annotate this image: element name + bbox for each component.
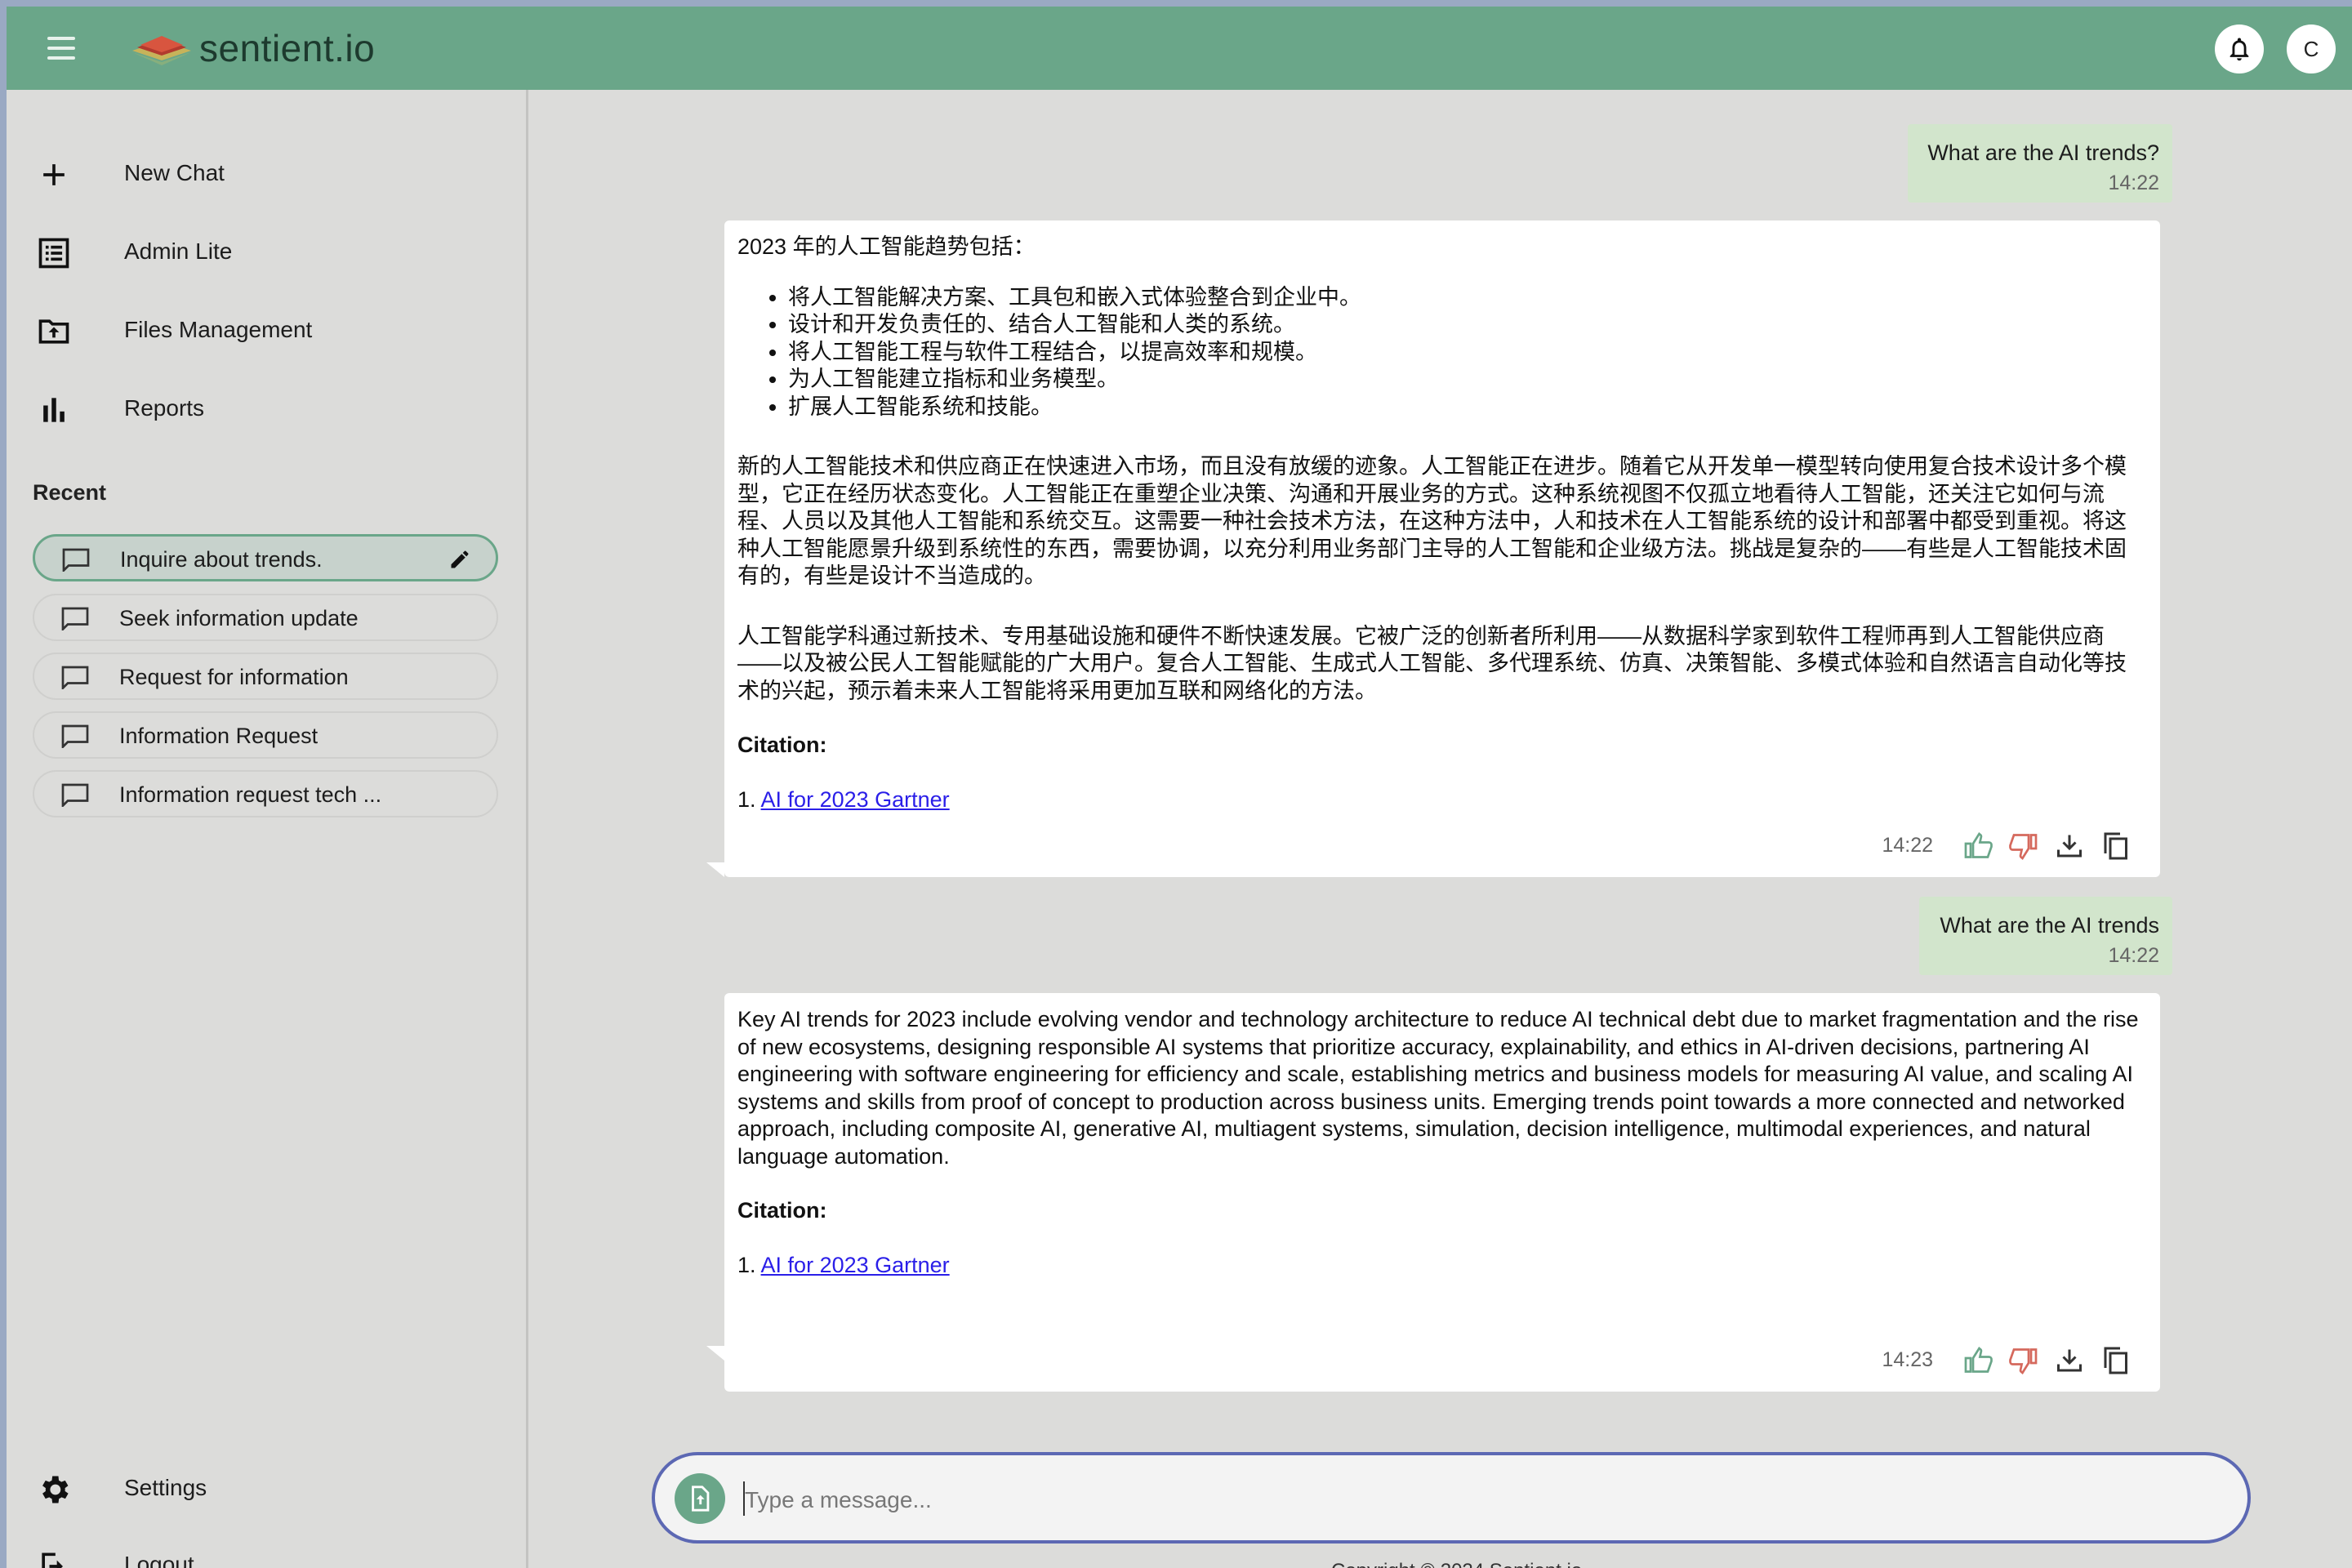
- app-window: sentient.io C New Chat Admin Lite Files …: [7, 7, 2352, 1568]
- thumbs-down-icon[interactable]: [2007, 829, 2041, 863]
- sidebar-item-admin-lite[interactable]: Admin Lite: [7, 219, 526, 284]
- list-item: 将人工智能解决方案、工具包和嵌入式体验整合到企业中。: [788, 284, 2145, 312]
- text-caret: [743, 1481, 745, 1516]
- sidebar-item-logout[interactable]: Logout: [7, 1532, 526, 1568]
- thumbs-up-icon[interactable]: [1961, 1343, 1995, 1378]
- user-message-text: What are the AI trends?: [1927, 140, 2159, 165]
- logo-icon: [132, 36, 191, 65]
- sidebar-item-files-management[interactable]: Files Management: [7, 297, 526, 363]
- citation-number: 1.: [737, 1252, 756, 1277]
- assistant-message: Key AI trends for 2023 include evolving …: [724, 993, 2160, 1392]
- bar-chart-icon: [43, 398, 65, 422]
- citation-number: 1.: [737, 786, 756, 812]
- download-icon[interactable]: [2052, 1343, 2087, 1378]
- message-paragraph: Key AI trends for 2023 include evolving …: [737, 1007, 2139, 1169]
- copy-icon[interactable]: [2098, 829, 2132, 863]
- copyright-text: Copyright © 2024 Sentient.io: [1331, 1560, 1582, 1568]
- list-item: 扩展人工智能系统和技能。: [788, 394, 2145, 421]
- citation-label: Citation:: [737, 733, 827, 757]
- edit-pencil-icon[interactable]: [448, 548, 471, 571]
- list-icon: [38, 238, 69, 269]
- citation-item: 1. AI for 2023 Gartner: [737, 1252, 2145, 1280]
- sidebar-item-label: Files Management: [124, 317, 313, 342]
- recent-chat-item[interactable]: Information Request: [33, 711, 498, 759]
- sidebar-item-label: Admin Lite: [124, 238, 233, 264]
- message-paragraph: 人工智能学科通过新技术、专用基础设施和硬件不断快速发展。它被广泛的创新者所利用—…: [737, 623, 2127, 703]
- list-item: 将人工智能工程与软件工程结合，以提高效率和规模。: [788, 339, 2145, 367]
- recent-chat-label: Seek information update: [119, 606, 359, 630]
- citation-link[interactable]: AI for 2023 Gartner: [761, 787, 950, 812]
- download-icon[interactable]: [2052, 829, 2087, 863]
- sidebar-item-reports[interactable]: Reports: [7, 376, 526, 441]
- sidebar-item-new-chat[interactable]: New Chat: [7, 140, 526, 206]
- message-actions: 14:22: [1882, 828, 2132, 864]
- notification-bell-icon[interactable]: [2215, 24, 2264, 74]
- plus-icon: [43, 164, 65, 185]
- chat-bubble-icon: [61, 783, 89, 807]
- recent-chat-item[interactable]: Inquire about trends.: [33, 534, 498, 581]
- message-input[interactable]: [743, 1477, 2216, 1524]
- citation-link[interactable]: AI for 2023 Gartner: [761, 1253, 950, 1277]
- thumbs-down-icon[interactable]: [2007, 1343, 2041, 1378]
- brand-name: sentient.io: [199, 27, 376, 69]
- sidebar: New Chat Admin Lite Files Management Rep…: [7, 90, 528, 1568]
- list-item: 为人工智能建立指标和业务模型。: [788, 366, 2145, 394]
- recent-chat-label: Inquire about trends.: [120, 547, 323, 572]
- sidebar-item-label: Settings: [124, 1475, 207, 1500]
- menu-icon[interactable]: [46, 33, 77, 63]
- trend-list: 将人工智能解决方案、工具包和嵌入式体验整合到企业中。 设计和开发负责任的、结合人…: [737, 284, 2145, 421]
- message-time: 14:23: [1882, 1348, 1933, 1372]
- copy-icon[interactable]: [2098, 1343, 2132, 1378]
- message-composer: [652, 1452, 2251, 1544]
- message-paragraph: 新的人工智能技术和供应商正在快速进入市场，而且没有放缓的迹象。人工智能正在进步。…: [737, 454, 2127, 588]
- gear-icon: [42, 1476, 69, 1503]
- list-item: 设计和开发负责任的、结合人工智能和人类的系统。: [788, 311, 2145, 339]
- recent-chat-label: Information Request: [119, 724, 318, 748]
- citation-label: Citation:: [737, 1198, 827, 1223]
- chat-bubble-icon: [61, 607, 89, 630]
- sidebar-item-label: Logout: [124, 1552, 194, 1568]
- assistant-message: 2023 年的人工智能趋势包括： 将人工智能解决方案、工具包和嵌入式体验整合到企…: [724, 220, 2160, 877]
- citation-item: 1. AI for 2023 Gartner: [737, 786, 2145, 814]
- user-message: What are the AI trends? 14:22: [1908, 124, 2172, 203]
- chat-area: What are the AI trends? 14:22 2023 年的人工智…: [528, 90, 2352, 1568]
- chat-bubble-icon: [62, 548, 90, 572]
- top-bar: sentient.io C: [7, 7, 2352, 90]
- message-time: 14:22: [2108, 944, 2159, 967]
- sidebar-item-settings[interactable]: Settings: [7, 1455, 526, 1521]
- logout-icon: [42, 1552, 63, 1568]
- recent-chat-item[interactable]: Request for information: [33, 653, 498, 700]
- recent-chat-item[interactable]: Seek information update: [33, 594, 498, 641]
- chat-bubble-icon: [61, 724, 89, 748]
- message-time: 14:22: [2108, 172, 2159, 194]
- bubble-tail: [706, 862, 724, 877]
- avatar[interactable]: C: [2287, 24, 2336, 74]
- folder-upload-icon: [38, 319, 69, 344]
- message-actions: 14:23: [1882, 1343, 2132, 1379]
- user-message-text: What are the AI trends: [1940, 913, 2159, 938]
- recent-chat-label: Request for information: [119, 665, 349, 689]
- message-time: 14:22: [1882, 834, 1933, 858]
- sidebar-item-label: Reports: [124, 395, 205, 421]
- message-intro: 2023 年的人工智能趋势包括：: [737, 234, 1036, 259]
- recent-heading: Recent: [33, 480, 107, 505]
- attach-file-icon[interactable]: [675, 1473, 725, 1524]
- recent-chat-label: Information request tech ...: [119, 782, 382, 807]
- recent-chat-item[interactable]: Information request tech ...: [33, 770, 498, 817]
- user-message: What are the AI trends 14:22: [1919, 897, 2172, 975]
- bubble-tail: [706, 1346, 724, 1361]
- sidebar-item-label: New Chat: [124, 160, 225, 185]
- chat-bubble-icon: [61, 666, 89, 689]
- thumbs-up-icon[interactable]: [1961, 829, 1995, 863]
